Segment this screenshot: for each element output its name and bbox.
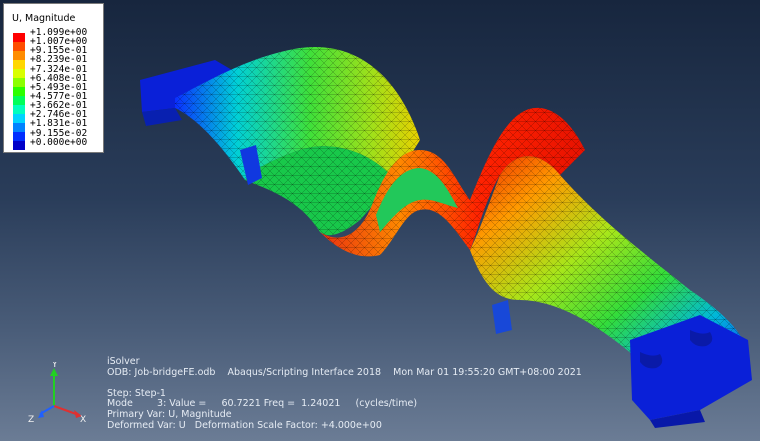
axis-triad: Y X Z [28, 362, 86, 425]
odb-info-text: iSolver ODB: Job-bridgeFE.odb Abaqus/Scri… [107, 356, 582, 431]
legend-swatch [13, 42, 25, 51]
info-line: Deformed Var: U Deformation Scale Factor… [107, 419, 382, 431]
contour-legend: U, Magnitude +1.099e+00 +1.007e+00 +9.155e… [3, 3, 104, 153]
viewport[interactable]: U, Magnitude +1.099e+00 +1.007e+00 +9.155e… [0, 0, 760, 441]
legend-color-bar [13, 33, 25, 150]
legend-swatch [13, 69, 25, 78]
legend-title: U, Magnitude [12, 13, 76, 24]
legend-labels: +1.099e+00 +1.007e+00 +9.155e-01 +8.239e-01… [30, 28, 87, 147]
legend-swatch [13, 105, 25, 114]
info-line [107, 378, 582, 389]
info-line: ODB: Job-bridgeFE.odb Abaqus/Scripting I… [107, 366, 582, 378]
legend-swatch [13, 78, 25, 87]
triad-z-label: Z [28, 415, 34, 425]
legend-swatch [13, 33, 25, 42]
legend-swatch [13, 87, 25, 96]
triad-x-label: X [80, 415, 86, 425]
triad-y-label: Y [51, 362, 58, 370]
legend-swatch [13, 132, 25, 141]
legend-label: +0.000e+00 [30, 136, 88, 148]
legend-swatch [13, 51, 25, 60]
legend-swatch [13, 123, 25, 132]
legend-swatch [13, 96, 25, 105]
info-line: Primary Var: U, Magnitude [107, 408, 232, 420]
legend-swatch [13, 141, 25, 150]
legend-swatch [13, 60, 25, 69]
legend-swatch [13, 114, 25, 123]
info-line: iSolver [107, 356, 140, 367]
